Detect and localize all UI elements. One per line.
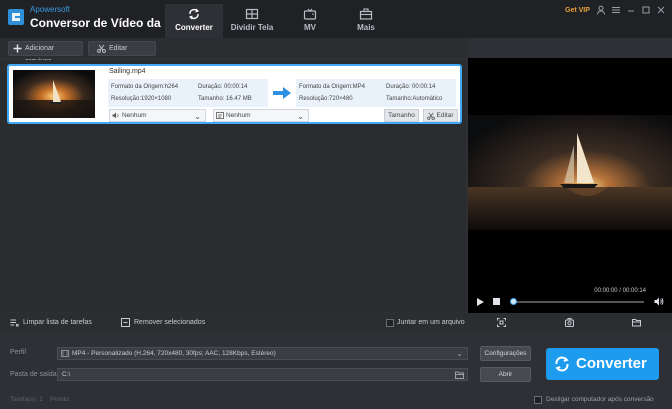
video-preview: 00:00:00 / 00:00:14 <box>468 58 672 313</box>
scissors-icon <box>97 44 106 53</box>
profile-select[interactable]: MP4 - Personalizado (H.264, 720x480, 30f… <box>57 347 468 360</box>
volume-icon[interactable] <box>654 297 664 306</box>
file-list: Sailing.mp4 Formato da Origem:h264 Duraç… <box>0 60 466 312</box>
browse-folder-icon[interactable] <box>455 371 464 379</box>
size-button[interactable]: Tamanho <box>384 109 419 122</box>
tab-converter[interactable]: Converter <box>165 4 223 38</box>
toolbox-icon <box>359 8 373 20</box>
target-format: Formato da Origem:MP4 <box>299 84 366 90</box>
item-edit-label: Editar <box>436 112 454 119</box>
app-title: Conversor de Vídeo da <box>30 16 161 30</box>
clear-list-icon <box>10 319 19 327</box>
clear-list-button[interactable]: Limpar lista de tarefas <box>23 319 92 326</box>
target-resolution: Resolução:720×480 <box>299 96 353 102</box>
tab-more-label: Mais <box>357 23 375 32</box>
remove-selected-button[interactable]: Remover selecionados <box>134 319 205 326</box>
target-duration: Duração: 00:00:14 <box>386 84 436 90</box>
folder-icon[interactable] <box>632 318 641 327</box>
app-window: Apowersoft Conversor de Vídeo da Convert… <box>0 0 672 409</box>
source-info: Formato da Origem:h264 Duração: 00:00:14… <box>108 79 268 107</box>
item-edit-button[interactable]: Editar <box>423 109 458 122</box>
subtitle-icon <box>216 112 224 119</box>
remove-selected-icon <box>121 318 130 327</box>
edit-button[interactable]: Editar <box>88 41 156 56</box>
split-screen-icon <box>245 8 259 20</box>
speaker-icon <box>112 112 119 119</box>
title-bar: Apowersoft Conversor de Vídeo da Convert… <box>0 0 672 38</box>
get-vip-link[interactable]: Get VIP <box>565 7 590 14</box>
action-bar: Limpar lista de tarefas Remover selecion… <box>0 313 672 333</box>
menu-icon[interactable] <box>610 5 622 17</box>
target-size: Tamanho:Automático <box>386 96 443 102</box>
source-resolution: Resolução:1920×1080 <box>111 96 172 102</box>
playback-time: 00:00:00 / 00:00:14 <box>594 288 646 294</box>
player-controls: 00:00:00 / 00:00:14 <box>468 288 672 313</box>
source-size: Tamanho: 16.47 MB <box>198 96 252 102</box>
output-folder-value: C:\ <box>62 371 71 378</box>
convert-button[interactable]: Converter <box>546 348 659 380</box>
refresh-icon <box>188 8 200 20</box>
settings-button[interactable]: Configurações <box>480 346 531 361</box>
edit-label: Editar <box>109 45 128 52</box>
video-thumbnail <box>13 70 95 118</box>
preview-frame <box>468 115 672 230</box>
chevron-down-icon: ⌄ <box>297 112 304 121</box>
merge-label: Juntar em um arquivo <box>397 319 465 326</box>
chevron-down-icon: ⌄ <box>456 349 463 358</box>
scissors-icon <box>427 112 435 120</box>
minimize-icon[interactable] <box>625 5 637 17</box>
profile-label: Perfil <box>10 349 26 356</box>
source-duration: Duração: 00:00:14 <box>198 84 248 90</box>
output-folder-field[interactable]: C:\ <box>57 368 468 381</box>
open-folder-button[interactable]: Abrir <box>480 367 531 382</box>
tab-mv[interactable]: MV <box>281 4 339 38</box>
camera-icon[interactable] <box>565 318 574 327</box>
crop-icon[interactable] <box>497 318 506 327</box>
target-info: Formato da Origem:MP4 Duração: 00:00:14 … <box>296 79 456 107</box>
audio-track-value: Nenhum <box>122 112 147 119</box>
close-icon[interactable] <box>655 5 667 17</box>
refresh-icon <box>555 356 569 372</box>
tab-mv-label: MV <box>304 23 316 32</box>
toolbar: Adicionar arquivos Editar <box>0 38 468 65</box>
shutdown-label: Desligar computador após conversão <box>546 396 654 403</box>
tab-converter-label: Converter <box>175 23 213 32</box>
file-item[interactable]: Sailing.mp4 Formato da Origem:h264 Duraç… <box>7 64 462 124</box>
user-icon[interactable] <box>595 5 607 17</box>
merge-checkbox[interactable] <box>386 319 394 327</box>
tab-split-screen[interactable]: Dividir Tela <box>223 4 281 38</box>
maximize-icon[interactable] <box>640 5 652 17</box>
subtitle-select[interactable]: Nenhum ⌄ <box>213 109 309 122</box>
shutdown-checkbox[interactable] <box>534 396 542 404</box>
output-folder-label: Pasta de saída <box>10 371 57 378</box>
seek-handle[interactable] <box>510 298 517 305</box>
subtitle-value: Nenhum <box>226 112 251 119</box>
brand-name: Apowersoft <box>30 5 71 14</box>
tab-split-screen-label: Dividir Tela <box>230 23 274 32</box>
convert-label: Converter <box>576 355 647 372</box>
task-count: Tarefa(s): 1 <box>10 396 43 403</box>
play-icon[interactable] <box>477 298 484 306</box>
audio-track-select[interactable]: Nenhum ⌄ <box>109 109 206 122</box>
tab-more[interactable]: Mais <box>337 4 395 38</box>
film-icon <box>61 350 69 357</box>
app-logo-icon <box>8 9 24 25</box>
add-files-button[interactable]: Adicionar arquivos <box>8 41 83 65</box>
arrow-right-icon <box>273 87 291 99</box>
profile-value: MP4 - Personalizado (H.264, 720x480, 30f… <box>72 350 276 357</box>
chevron-down-icon: ⌄ <box>194 112 201 121</box>
source-format: Formato da Origem:h264 <box>111 84 179 90</box>
seek-bar[interactable] <box>510 301 644 303</box>
status-text: Pronto <box>50 396 70 403</box>
output-settings: Perfil MP4 - Personalizado (H.264, 720x4… <box>0 333 672 409</box>
stop-icon[interactable] <box>493 298 500 305</box>
file-name: Sailing.mp4 <box>109 68 146 75</box>
plus-icon <box>13 44 22 53</box>
tv-icon <box>303 8 317 20</box>
